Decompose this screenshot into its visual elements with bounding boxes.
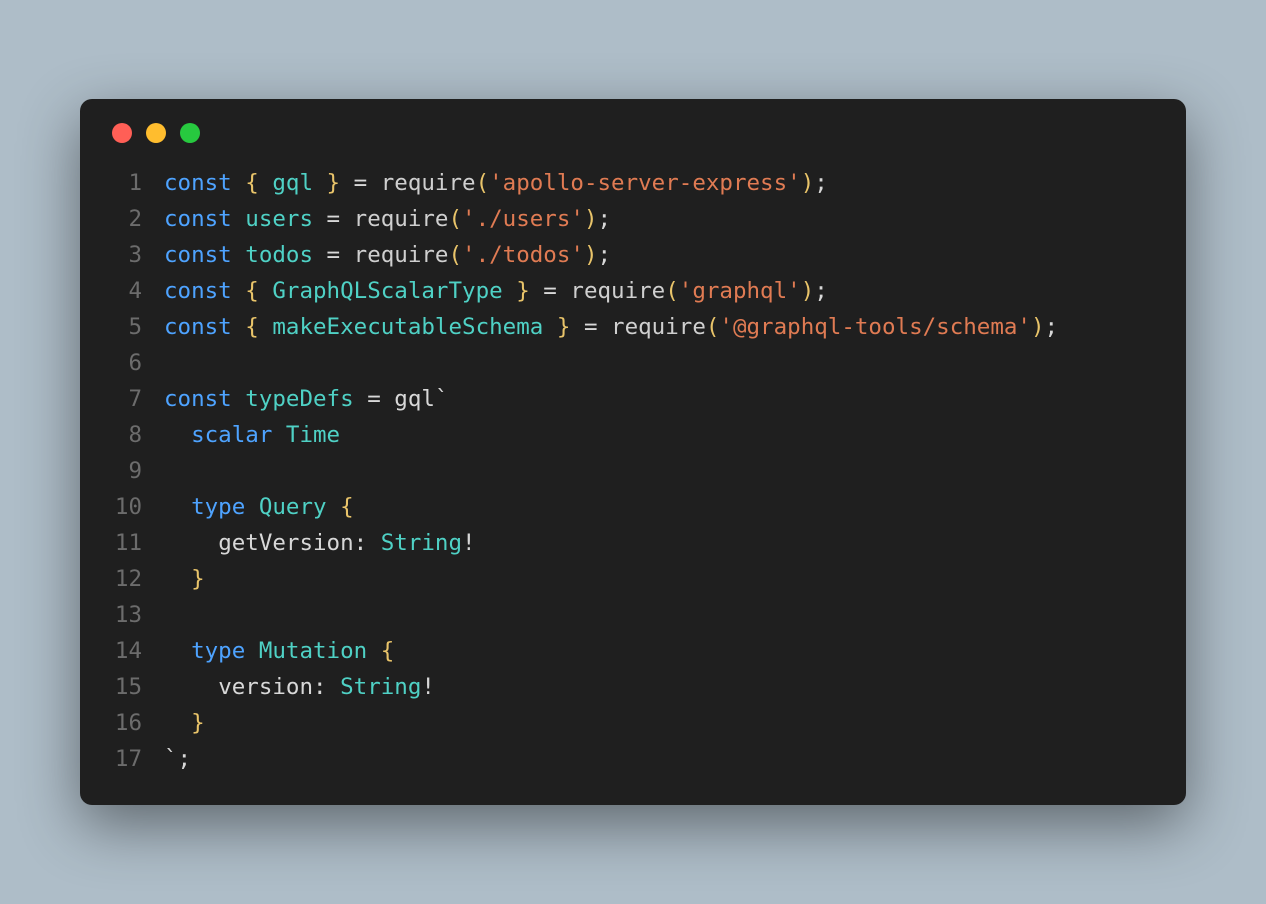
code-line: 3const todos = require('./todos'); [108, 237, 1158, 273]
line-number: 12 [108, 561, 164, 597]
close-icon[interactable] [112, 123, 132, 143]
code-line: 2const users = require('./users'); [108, 201, 1158, 237]
code-line: 11 getVersion: String! [108, 525, 1158, 561]
line-number: 6 [108, 345, 164, 381]
line-number: 2 [108, 201, 164, 237]
code-line: 12 } [108, 561, 1158, 597]
line-number: 10 [108, 489, 164, 525]
line-content: const { gql } = require('apollo-server-e… [164, 165, 1158, 201]
code-line: 4const { GraphQLScalarType } = require('… [108, 273, 1158, 309]
code-line: 6 [108, 345, 1158, 381]
line-content [164, 597, 1158, 633]
line-content: scalar Time [164, 417, 1158, 453]
line-content: const typeDefs = gql` [164, 381, 1158, 417]
line-number: 4 [108, 273, 164, 309]
code-line: 7const typeDefs = gql` [108, 381, 1158, 417]
code-line: 16 } [108, 705, 1158, 741]
line-number: 16 [108, 705, 164, 741]
code-line: 17`; [108, 741, 1158, 777]
zoom-icon[interactable] [180, 123, 200, 143]
line-content: getVersion: String! [164, 525, 1158, 561]
line-content: `; [164, 741, 1158, 777]
line-content: const todos = require('./todos'); [164, 237, 1158, 273]
line-content: const { GraphQLScalarType } = require('g… [164, 273, 1158, 309]
code-line: 10 type Query { [108, 489, 1158, 525]
line-content: type Query { [164, 489, 1158, 525]
code-window: 1const { gql } = require('apollo-server-… [80, 99, 1186, 805]
line-number: 8 [108, 417, 164, 453]
code-line: 8 scalar Time [108, 417, 1158, 453]
line-content [164, 345, 1158, 381]
code-line: 15 version: String! [108, 669, 1158, 705]
line-number: 1 [108, 165, 164, 201]
line-number: 13 [108, 597, 164, 633]
code-line: 1const { gql } = require('apollo-server-… [108, 165, 1158, 201]
line-number: 7 [108, 381, 164, 417]
code-editor[interactable]: 1const { gql } = require('apollo-server-… [108, 165, 1158, 777]
minimize-icon[interactable] [146, 123, 166, 143]
line-content: const { makeExecutableSchema } = require… [164, 309, 1158, 345]
line-content: type Mutation { [164, 633, 1158, 669]
line-content: } [164, 705, 1158, 741]
code-line: 9 [108, 453, 1158, 489]
traffic-lights [112, 123, 1158, 143]
line-number: 5 [108, 309, 164, 345]
line-content: } [164, 561, 1158, 597]
line-number: 15 [108, 669, 164, 705]
line-content: const users = require('./users'); [164, 201, 1158, 237]
code-line: 14 type Mutation { [108, 633, 1158, 669]
line-content: version: String! [164, 669, 1158, 705]
line-number: 17 [108, 741, 164, 777]
line-number: 14 [108, 633, 164, 669]
line-number: 9 [108, 453, 164, 489]
line-number: 11 [108, 525, 164, 561]
line-number: 3 [108, 237, 164, 273]
line-content [164, 453, 1158, 489]
code-line: 5const { makeExecutableSchema } = requir… [108, 309, 1158, 345]
code-line: 13 [108, 597, 1158, 633]
